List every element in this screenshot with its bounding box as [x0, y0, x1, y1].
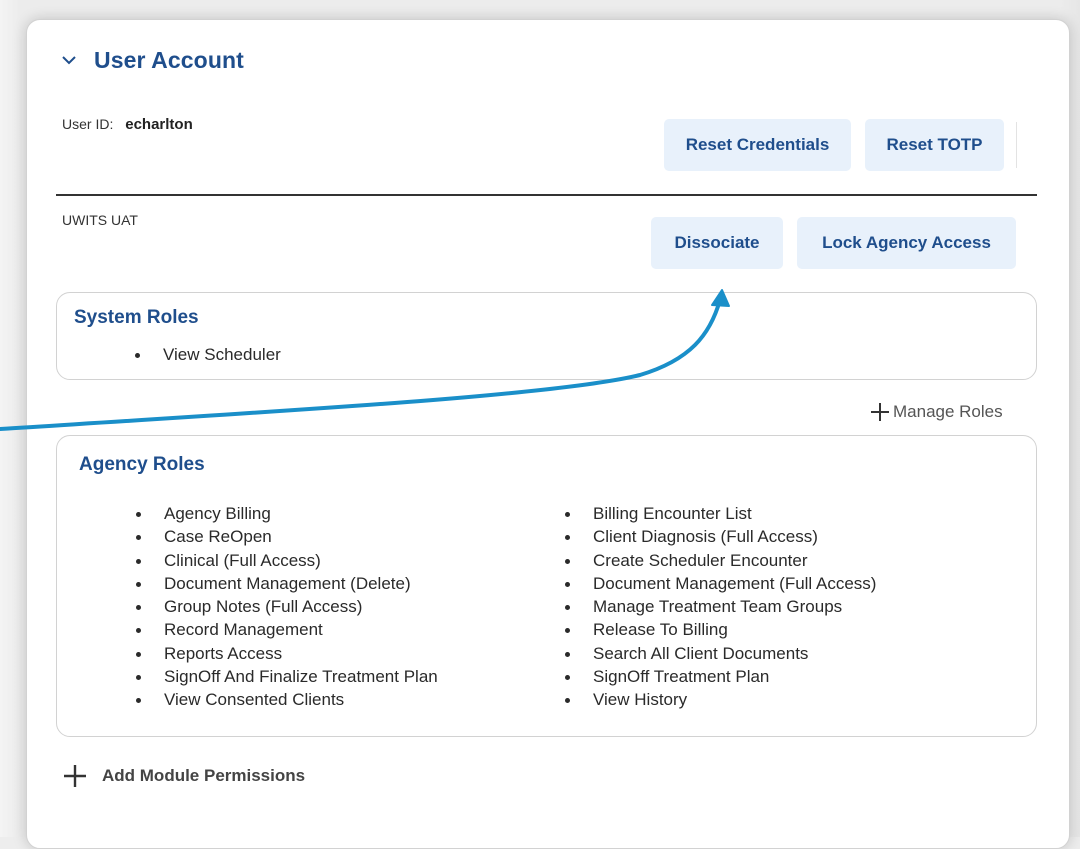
list-item: View Scheduler: [132, 343, 281, 366]
user-id-row: User ID: echarlton: [62, 116, 193, 133]
manage-roles-label: Manage Roles: [893, 402, 1003, 421]
list-item: Reports Access: [133, 642, 438, 665]
list-item: Agency Billing: [133, 502, 438, 525]
list-item: Client Diagnosis (Full Access): [562, 525, 876, 548]
list-item: View Consented Clients: [133, 688, 438, 711]
user-id-label: User ID:: [62, 116, 114, 132]
list-item: Manage Treatment Team Groups: [562, 595, 876, 618]
list-item: Case ReOpen: [133, 525, 438, 548]
agency-name: UWITS UAT: [62, 212, 138, 228]
system-roles-list: View Scheduler: [132, 343, 281, 366]
manage-roles-button[interactable]: Manage Roles: [870, 402, 1003, 422]
agency-roles-panel: Agency Roles Agency Billing Case ReOpen …: [56, 435, 1037, 737]
button-divider: [1016, 122, 1017, 168]
list-item: Document Management (Full Access): [562, 572, 876, 595]
section-header-user-account[interactable]: User Account: [58, 46, 244, 74]
user-id-value: echarlton: [125, 116, 193, 133]
section-divider: [56, 194, 1037, 196]
chevron-down-icon[interactable]: [58, 49, 80, 71]
list-item: View History: [562, 688, 876, 711]
list-item: Release To Billing: [562, 618, 876, 641]
add-module-permissions-button[interactable]: Add Module Permissions: [62, 763, 305, 789]
list-item: Record Management: [133, 618, 438, 641]
list-item: Group Notes (Full Access): [133, 595, 438, 618]
section-title: User Account: [94, 46, 244, 73]
list-item: Document Management (Delete): [133, 572, 438, 595]
plus-icon: [64, 765, 86, 787]
reset-credentials-button[interactable]: Reset Credentials: [664, 119, 851, 171]
list-item: Search All Client Documents: [562, 642, 876, 665]
lock-agency-access-button[interactable]: Lock Agency Access: [797, 217, 1016, 269]
system-roles-panel: System Roles View Scheduler: [56, 292, 1037, 380]
reset-totp-button[interactable]: Reset TOTP: [865, 119, 1004, 171]
plus-icon: [871, 403, 889, 421]
dissociate-button[interactable]: Dissociate: [651, 217, 783, 269]
agency-roles-column-2: Billing Encounter List Client Diagnosis …: [562, 502, 876, 712]
system-roles-title: System Roles: [74, 307, 199, 328]
agency-roles-title: Agency Roles: [79, 454, 205, 475]
list-item: Clinical (Full Access): [133, 549, 438, 572]
add-module-permissions-label: Add Module Permissions: [102, 766, 306, 785]
list-item: Billing Encounter List: [562, 502, 876, 525]
list-item: Create Scheduler Encounter: [562, 549, 876, 572]
list-item: SignOff And Finalize Treatment Plan: [133, 665, 438, 688]
list-item: SignOff Treatment Plan: [562, 665, 876, 688]
agency-roles-column-1: Agency Billing Case ReOpen Clinical (Ful…: [133, 502, 438, 712]
